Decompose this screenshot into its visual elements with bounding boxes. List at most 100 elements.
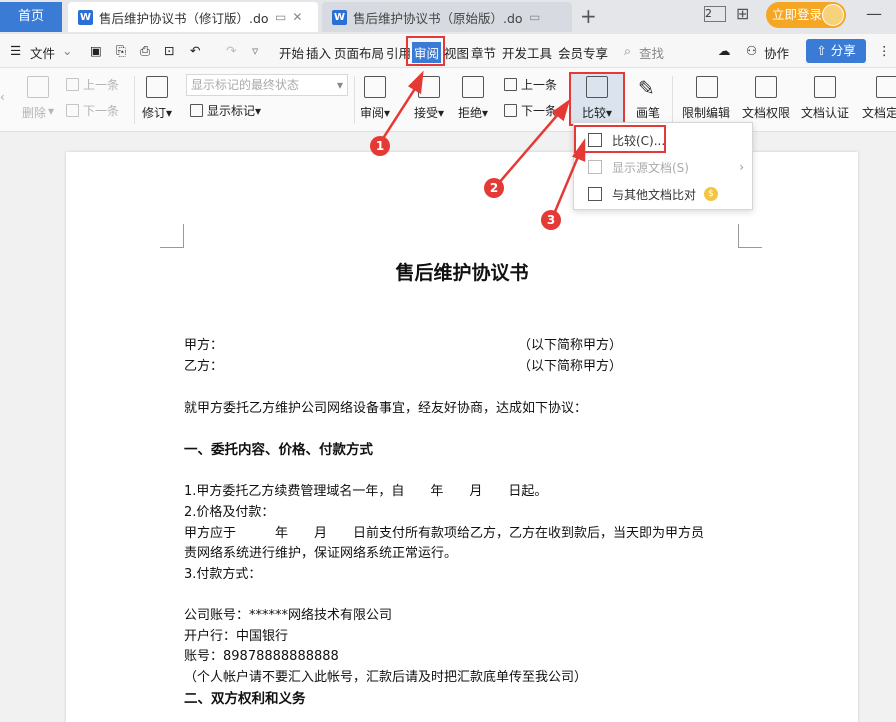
tab-doc-revised[interactable]: W 售后维护协议书（修订版）.doc ▭ ✕ (68, 2, 318, 32)
track-changes-icon (146, 76, 168, 98)
menu-tab-developer[interactable]: 开发工具 (502, 43, 552, 62)
pen-icon: ✎ (638, 76, 655, 100)
review-pane-label: 审阅 (360, 106, 385, 120)
monitor-icon[interactable]: ▭ (529, 10, 540, 24)
menu-tab-layout[interactable]: 页面布局 (334, 43, 384, 62)
doc-final-icon (876, 76, 896, 98)
menu-file[interactable]: 文件 (30, 43, 55, 62)
ribbon-scroll-left-icon[interactable]: ‹ (0, 90, 5, 104)
menu-tab-view[interactable]: 视图 (444, 43, 469, 62)
doc-rights-button[interactable]: 文档权限 (742, 104, 790, 121)
track-changes-button[interactable]: 修订 ▾ (142, 104, 172, 121)
document-title: 售后维护协议书 (395, 262, 529, 284)
export-icon[interactable]: ⎘ (116, 43, 126, 59)
chevron-down-icon[interactable]: ⌄ (62, 43, 72, 58)
menu-item-compare-other[interactable]: 与其他文档比对 $ (576, 181, 750, 207)
show-markup-button[interactable]: 显示标记 ▾ (190, 102, 261, 119)
print-preview-icon[interactable]: ⊡ (164, 43, 174, 58)
clause-line: 2.价格及付款： (184, 505, 275, 520)
prev-comment-button[interactable]: 上一条 (66, 76, 119, 93)
menu-tab-home[interactable]: 开始 (279, 43, 304, 62)
hamburger-icon[interactable]: ☰ (10, 43, 21, 58)
menu-tab-review[interactable]: 审阅 (412, 42, 442, 63)
login-button[interactable]: 立即登录 (766, 2, 846, 28)
doc-cert-icon (814, 76, 836, 98)
redo-icon[interactable]: ↷ (226, 43, 236, 58)
word-doc-icon: W (332, 9, 347, 25)
menu-bar: ☰ 文件 ⌄ ▣ ⎘ ⎙ ⊡ ↶ ↷ ▿ 开始 插入 页面布局 引用 审阅 视图… (0, 34, 896, 68)
account-number-line: 账号：89878888888888 (184, 649, 339, 664)
ink-button[interactable]: 画笔 (636, 104, 660, 121)
more-icon[interactable]: ⋮ (878, 43, 891, 58)
doc-cert-button[interactable]: 文档认证 (801, 104, 849, 121)
collaborate-icon[interactable]: ⚇ (746, 43, 757, 58)
doc-final-button[interactable]: 文档定 (862, 104, 896, 121)
display-state-select[interactable]: 显示标记的最终状态 ▾ (186, 74, 348, 96)
search-label[interactable]: 查找 (639, 43, 664, 62)
ribbon-review: ‹ 删除 ▾ 上一条 下一条 修订 ▾ 显示标记的最终状态 ▾ 显示标记 ▾ 审阅 ▾… (0, 68, 896, 132)
tab-title: 售后维护协议书（原始版）.doc (353, 10, 523, 26)
tab-doc-original[interactable]: W 售后维护协议书（原始版）.doc ▭ (322, 2, 572, 32)
menu-tab-chapter[interactable]: 章节 (471, 43, 496, 62)
section-heading: 二、双方权利和义务 (184, 691, 306, 707)
show-markup-icon (190, 104, 203, 117)
prev-comment-icon (66, 78, 79, 91)
tab-bar: 首页 W 售后维护协议书（修订版）.doc ▭ ✕ W 售后维护协议书（原始版）… (0, 0, 896, 34)
share-label: 分享 (830, 43, 856, 58)
menu-tab-insert[interactable]: 插入 (306, 43, 331, 62)
doc-rights-icon (755, 76, 777, 98)
search-icon[interactable]: ⌕ (624, 43, 631, 59)
chevron-right-icon: › (739, 160, 744, 174)
clause-line: 1.甲方委托乙方续费管理域名一年，自 年 月 日起。 (184, 484, 548, 499)
prev-change-icon (504, 78, 517, 91)
display-state-value: 显示标记的最终状态 (191, 78, 300, 92)
menu-item-label: 与其他文档比对 (612, 187, 697, 202)
clause-line: 甲方应于 年 月 日前支付所有款项给乙方，乙方在收到款后，当天即为甲方员 (184, 526, 705, 541)
callout-badge-2: 2 (484, 178, 504, 198)
review-pane-button[interactable]: 审阅 ▾ (360, 104, 390, 121)
delete-comment-button[interactable]: 删除 (22, 104, 46, 121)
bank-line: 开户行：中国银行 (184, 629, 289, 644)
new-tab-button[interactable]: + (580, 4, 597, 28)
chevron-down-icon[interactable]: ▾ (48, 104, 54, 118)
cloud-sync-icon[interactable]: ☁ (718, 43, 731, 58)
prev-change-button[interactable]: 上一条 (504, 76, 557, 93)
word-doc-icon: W (78, 9, 93, 25)
close-icon[interactable]: ✕ (292, 10, 302, 24)
menu-item-show-source[interactable]: 显示源文档(S) › (576, 154, 750, 180)
party-a-line: 甲方： (184, 338, 224, 353)
minimize-icon[interactable]: — (866, 4, 882, 23)
login-label: 立即登录 (772, 7, 823, 22)
monitor-icon[interactable]: ▭ (275, 10, 286, 24)
accept-change-button[interactable]: 接受 ▾ (414, 104, 444, 121)
apps-grid-icon[interactable]: ⊞ (736, 4, 749, 23)
quick-access-more-icon[interactable]: ▿ (252, 43, 258, 58)
reject-change-icon (462, 76, 484, 98)
company-account-line: 公司账号：******网络技术有限公司 (184, 608, 393, 623)
next-comment-button[interactable]: 下一条 (66, 102, 119, 119)
accept-change-label: 接受 (414, 106, 439, 120)
compare-other-icon (588, 187, 602, 201)
prev-change-label: 上一条 (521, 78, 558, 92)
share-button[interactable]: ⇧ 分享 (806, 39, 866, 63)
callout-badge-3: 3 (541, 210, 561, 230)
separator (672, 76, 673, 124)
collaborate-label[interactable]: 协作 (764, 43, 789, 62)
tab-title: 售后维护协议书（修订版）.doc (99, 10, 269, 26)
reject-change-button[interactable]: 拒绝 ▾ (458, 104, 488, 121)
compare-button[interactable]: 比较 ▾ (582, 104, 612, 121)
track-changes-label: 修订 (142, 106, 167, 120)
party-b-line: 乙方： (184, 359, 224, 374)
menu-tab-member[interactable]: 会员专享 (558, 43, 608, 62)
undo-icon[interactable]: ↶ (190, 43, 200, 58)
restrict-edit-button[interactable]: 限制编辑 (682, 104, 730, 121)
save-icon[interactable]: ▣ (90, 43, 102, 58)
clause-line: 3.付款方式： (184, 567, 262, 582)
print-icon[interactable]: ⎙ (140, 43, 150, 59)
document-page[interactable]: 售后维护协议书 甲方： （以下简称甲方） 乙方： （以下简称甲方） 就甲方委托乙… (66, 152, 858, 722)
compare-label: 比较 (582, 106, 607, 120)
next-change-button[interactable]: 下一条 (504, 102, 557, 119)
window-count-icon[interactable]: 2 (704, 6, 726, 22)
next-change-label: 下一条 (521, 104, 558, 118)
tab-home[interactable]: 首页 (0, 2, 62, 32)
